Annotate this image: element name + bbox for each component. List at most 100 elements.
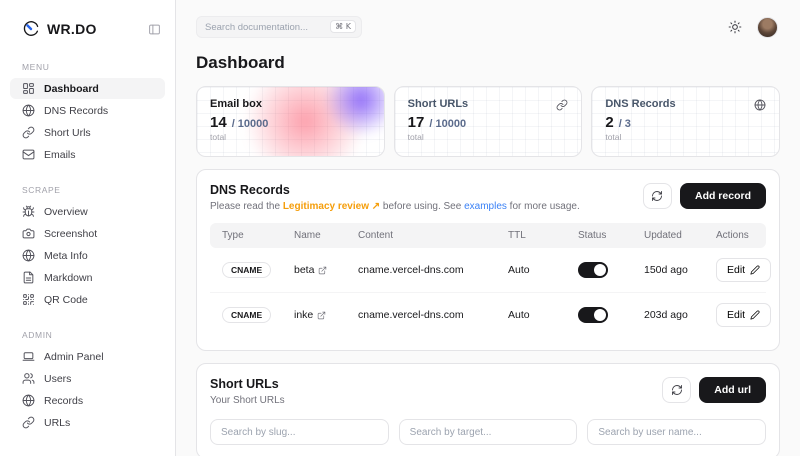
record-content: cname.vercel-dns.com — [358, 309, 508, 321]
link-icon — [22, 416, 35, 429]
status-toggle[interactable] — [578, 262, 608, 278]
brand: WR.DO — [0, 0, 175, 38]
sidebar-item-markdown[interactable]: Markdown — [10, 267, 165, 288]
theme-toggle[interactable] — [728, 20, 742, 34]
sidebar-item-urls[interactable]: URLs — [10, 412, 165, 433]
column-header: Name — [294, 230, 358, 241]
edit-button[interactable]: Edit — [716, 258, 771, 282]
edit-label: Edit — [727, 309, 745, 321]
record-type-badge: CNAME — [222, 262, 271, 278]
record-name-link[interactable]: inke — [294, 309, 358, 321]
sidebar-section-admin: ADMIN — [22, 330, 175, 340]
stat-value: 14 — [210, 114, 227, 131]
sidebar-item-overview[interactable]: Overview — [10, 201, 165, 222]
qr-code-icon — [22, 293, 35, 306]
stat-title: DNS Records — [605, 98, 766, 110]
pencil-icon — [750, 265, 760, 275]
stat-cards: Email box 14 / 10000 total Short URLs 17… — [196, 86, 780, 157]
search-by-user-name-input[interactable] — [587, 419, 766, 445]
subtitle-text: Please read the — [210, 201, 283, 212]
sidebar-item-label: Admin Panel — [44, 351, 104, 363]
dns-records-panel: DNS Records Please read the Legitimacy r… — [196, 169, 780, 351]
sun-icon — [728, 20, 742, 34]
refresh-icon — [651, 190, 663, 202]
toggle-knob — [594, 264, 606, 276]
search-placeholder: Search documentation... — [205, 22, 308, 33]
column-header: Content — [358, 230, 508, 241]
brand-name: WR.DO — [47, 21, 97, 37]
external-link-icon — [318, 266, 327, 275]
refresh-button[interactable] — [643, 183, 672, 209]
toggle-knob — [594, 309, 606, 321]
column-header: Actions — [716, 230, 754, 241]
legitimacy-review-link[interactable]: Legitimacy review ↗ — [283, 201, 380, 212]
record-ttl: Auto — [508, 264, 578, 276]
column-header: Type — [222, 230, 294, 241]
pencil-icon — [750, 310, 760, 320]
sidebar-item-short-urls[interactable]: Short Urls — [10, 122, 165, 143]
stat-value: 17 — [408, 114, 425, 131]
laptop-icon — [22, 350, 35, 363]
record-updated: 150d ago — [644, 264, 716, 276]
dns-panel-title: DNS Records — [210, 183, 580, 197]
link-icon — [22, 126, 35, 139]
sidebar-item-label: DNS Records — [44, 105, 108, 117]
dns-table: Type Name Content TTL Status Updated Act… — [210, 223, 766, 337]
globe-icon — [22, 394, 35, 407]
short-urls-subtitle: Your Short URLs — [210, 395, 285, 406]
sidebar-collapse-button[interactable] — [148, 23, 161, 36]
edit-button[interactable]: Edit — [716, 303, 771, 327]
stat-caption: total — [605, 132, 766, 142]
examples-link[interactable]: examples — [464, 201, 507, 212]
short-urls-filters — [210, 419, 766, 445]
column-header: Updated — [644, 230, 716, 241]
sidebar-item-emails[interactable]: Emails — [10, 144, 165, 165]
record-name-link[interactable]: beta — [294, 264, 358, 276]
table-row: CNAME inke cname.vercel-dns.com Auto 203… — [210, 293, 766, 337]
record-updated: 203d ago — [644, 309, 716, 321]
record-type-badge: CNAME — [222, 307, 271, 323]
search-by-slug-input[interactable] — [210, 419, 389, 445]
sidebar-item-meta-info[interactable]: Meta Info — [10, 245, 165, 266]
stat-limit: / 10000 — [232, 118, 269, 130]
sidebar-item-label: Dashboard — [44, 83, 99, 95]
stat-title: Short URLs — [408, 98, 569, 110]
record-name: beta — [294, 264, 314, 276]
sidebar-item-users[interactable]: Users — [10, 368, 165, 389]
sidebar-item-label: Screenshot — [44, 228, 97, 240]
sidebar: WR.DO MENU Dashboard DNS Records Short U… — [0, 0, 176, 456]
globe-icon — [22, 249, 35, 262]
page-title: Dashboard — [196, 53, 800, 73]
add-url-button[interactable]: Add url — [699, 377, 766, 403]
sidebar-item-label: Markdown — [44, 272, 92, 284]
search-input[interactable]: Search documentation... ⌘ K — [196, 16, 362, 38]
sidebar-section-scrape: SCRAPE — [22, 185, 175, 195]
search-by-target-input[interactable] — [399, 419, 578, 445]
sidebar-item-admin-panel[interactable]: Admin Panel — [10, 346, 165, 367]
stat-caption: total — [210, 132, 371, 142]
users-icon — [22, 372, 35, 385]
subtitle-text: for more usage. — [507, 201, 580, 212]
sidebar-item-qr-code[interactable]: QR Code — [10, 289, 165, 310]
short-urls-panel: Short URLs Your Short URLs Add url — [196, 363, 780, 456]
refresh-button[interactable] — [662, 377, 691, 403]
add-record-button[interactable]: Add record — [680, 183, 766, 209]
sidebar-item-label: Short Urls — [44, 127, 91, 139]
topbar: Search documentation... ⌘ K — [176, 0, 800, 38]
dashboard-icon — [22, 82, 35, 95]
edit-label: Edit — [727, 264, 745, 276]
sidebar-item-label: Emails — [44, 149, 76, 161]
stat-card-email-box[interactable]: Email box 14 / 10000 total — [196, 86, 385, 157]
sidebar-item-dashboard[interactable]: Dashboard — [10, 78, 165, 99]
status-toggle[interactable] — [578, 307, 608, 323]
sidebar-item-dns-records[interactable]: DNS Records — [10, 100, 165, 121]
stat-card-short-urls[interactable]: Short URLs 17 / 10000 total — [394, 86, 583, 157]
stat-card-dns-records[interactable]: DNS Records 2 / 3 total — [591, 86, 780, 157]
user-avatar[interactable] — [757, 17, 778, 38]
sidebar-item-screenshot[interactable]: Screenshot — [10, 223, 165, 244]
keyboard-shortcut-badge: ⌘ K — [330, 20, 356, 33]
dns-table-header: Type Name Content TTL Status Updated Act… — [210, 223, 766, 248]
file-text-icon — [22, 271, 35, 284]
short-urls-title: Short URLs — [210, 377, 285, 391]
sidebar-item-records[interactable]: Records — [10, 390, 165, 411]
